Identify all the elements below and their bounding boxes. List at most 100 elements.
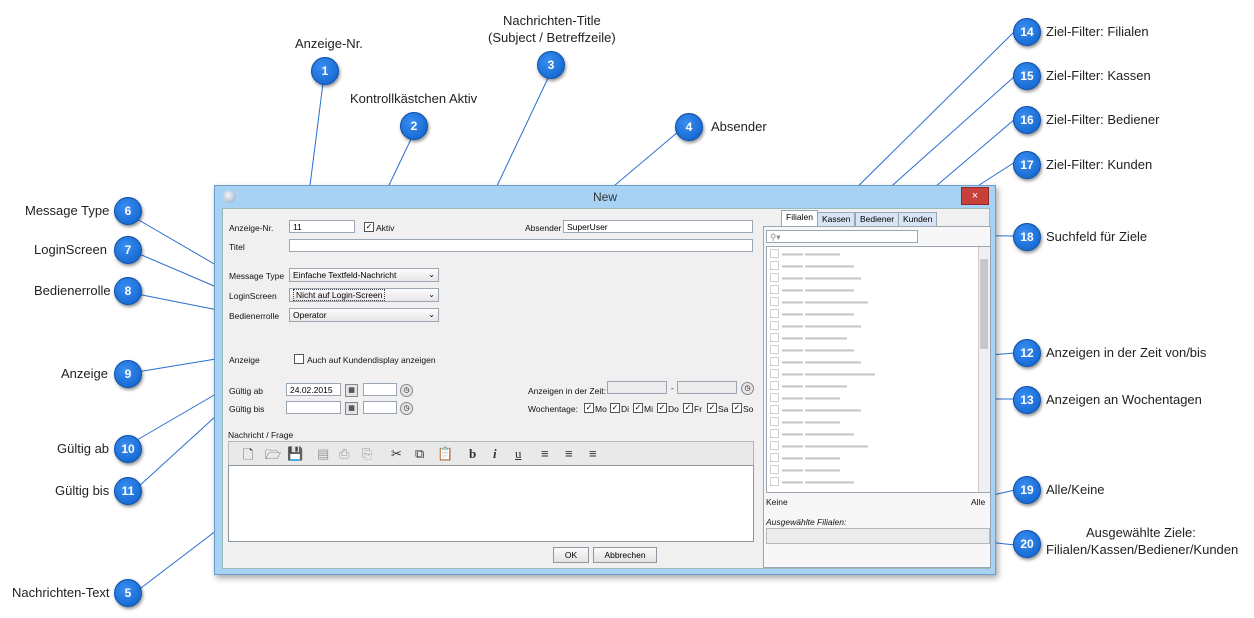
filter-panel: ⚲▾ ▬▬▬ ▬▬▬▬▬ ▬▬▬ ▬▬▬▬▬▬▬ ▬▬▬ ▬▬▬▬▬▬▬▬ ▬▬… xyxy=(763,226,991,568)
callout-badge-16: 16 xyxy=(1013,106,1041,134)
chevron-down-icon: ⌄ xyxy=(428,270,435,279)
underline-button[interactable]: u xyxy=(515,446,522,462)
weekday-checkbox-sa[interactable]: ✓ xyxy=(707,403,717,413)
list-item[interactable]: ▬▬▬ ▬▬▬▬▬▬▬ xyxy=(770,477,854,489)
wochentage-label: Wochentage: xyxy=(528,404,578,414)
list-item[interactable]: ▬▬▬ ▬▬▬▬▬ xyxy=(770,249,840,261)
callout-badge-14: 14 xyxy=(1013,18,1041,46)
absender-input[interactable]: SuperUser xyxy=(563,220,753,233)
list-item[interactable]: ▬▬▬ ▬▬▬▬▬ xyxy=(770,393,840,405)
bedienerrolle-select[interactable]: Operator ⌄ xyxy=(289,308,439,322)
weekday-label-mo: Mo xyxy=(595,404,607,414)
alle-link[interactable]: Alle xyxy=(971,497,985,507)
italic-button[interactable]: i xyxy=(493,446,497,462)
gueltig-ab-date-input[interactable]: 24.02.2015 xyxy=(286,383,341,396)
list-item[interactable]: ▬▬▬ ▬▬▬▬▬▬ xyxy=(770,333,847,345)
titel-input[interactable] xyxy=(289,239,753,252)
bold-button[interactable]: b xyxy=(469,446,476,462)
bedienerrolle-value: Operator xyxy=(293,310,327,320)
gueltig-ab-time-input[interactable] xyxy=(363,383,397,396)
list-item[interactable]: ▬▬▬ ▬▬▬▬▬▬ xyxy=(770,381,847,393)
weekday-checkbox-mo[interactable]: ✓ xyxy=(584,403,594,413)
cut-icon[interactable]: ✂ xyxy=(391,446,402,462)
list-item[interactable]: ▬▬▬ ▬▬▬▬▬▬▬▬▬▬ xyxy=(770,369,875,381)
preview-icon[interactable]: ▤ xyxy=(317,446,329,462)
list-item[interactable]: ▬▬▬ ▬▬▬▬▬▬▬ xyxy=(770,309,854,321)
list-item[interactable]: ▬▬▬ ▬▬▬▬▬▬▬▬ xyxy=(770,273,861,285)
search-icon: ⚲▾ xyxy=(770,232,781,242)
target-list[interactable]: ▬▬▬ ▬▬▬▬▬ ▬▬▬ ▬▬▬▬▬▬▬ ▬▬▬ ▬▬▬▬▬▬▬▬ ▬▬▬ ▬… xyxy=(766,246,991,493)
clock-icon[interactable]: ◷ xyxy=(400,402,413,415)
anzeige-label: Anzeige xyxy=(229,355,260,365)
callout-label-4: Absender xyxy=(711,119,767,134)
paste-icon[interactable]: 📋 xyxy=(437,446,453,462)
list-item[interactable]: ▬▬▬ ▬▬▬▬▬▬▬▬ xyxy=(770,321,861,333)
weekday-checkbox-so[interactable]: ✓ xyxy=(732,403,742,413)
print-preview-icon[interactable]: ⎘ xyxy=(362,446,372,462)
list-item[interactable]: ▬▬▬ ▬▬▬▬▬▬▬ xyxy=(770,345,854,357)
zeit-von-input[interactable] xyxy=(607,381,667,394)
message-type-select[interactable]: Einfache Textfeld-Nachricht ⌄ xyxy=(289,268,439,282)
list-item[interactable]: ▬▬▬ ▬▬▬▬▬▬▬▬ xyxy=(770,405,861,417)
weekday-checkbox-do[interactable]: ✓ xyxy=(657,403,667,413)
zeit-bis-input[interactable] xyxy=(677,381,737,394)
save-icon[interactable]: 💾 xyxy=(287,446,303,462)
chevron-down-icon: ⌄ xyxy=(428,290,435,299)
clock-icon[interactable]: ◷ xyxy=(400,384,413,397)
calendar-icon[interactable]: ▦ xyxy=(345,402,358,415)
scrollbar-thumb[interactable] xyxy=(980,259,988,349)
callout-label-10: Gültig ab xyxy=(57,441,110,456)
list-item[interactable]: ▬▬▬ ▬▬▬▬▬▬▬ xyxy=(770,261,854,273)
aktiv-checkbox[interactable]: ✓ xyxy=(364,222,374,232)
callout-label-18: Suchfeld für Ziele xyxy=(1046,229,1148,244)
print-icon[interactable]: ⎙ xyxy=(339,446,349,462)
callout-badge-20: 20 xyxy=(1013,530,1041,558)
window-title: New xyxy=(592,190,617,204)
target-search-input[interactable]: ⚲▾ xyxy=(766,230,918,243)
tab-kunden[interactable]: Kunden xyxy=(898,212,938,226)
weekday-checkbox-mi[interactable]: ✓ xyxy=(633,403,643,413)
titel-label: Titel xyxy=(229,242,245,252)
callout-label-7: LoginScreen xyxy=(34,242,107,257)
list-item[interactable]: ▬▬▬ ▬▬▬▬▬▬▬▬▬ xyxy=(770,297,868,309)
dialog-client-area: Anzeige-Nr. 11 ✓ Aktiv Absender SuperUse… xyxy=(222,208,991,569)
list-item[interactable]: ▬▬▬ ▬▬▬▬▬▬▬▬▬ xyxy=(770,441,868,453)
keine-link[interactable]: Keine xyxy=(766,497,788,507)
anzeige-nr-input[interactable]: 11 xyxy=(289,220,355,233)
gueltig-bis-label: Gültig bis xyxy=(229,404,265,414)
list-item[interactable]: ▬▬▬ ▬▬▬▬▬ xyxy=(770,453,840,465)
calendar-icon[interactable]: ▦ xyxy=(345,384,358,397)
copy-icon[interactable]: ⧉ xyxy=(415,446,424,462)
list-item[interactable]: ▬▬▬ ▬▬▬▬▬▬▬ xyxy=(770,429,854,441)
callout-badge-5: 5 xyxy=(114,579,142,607)
tab-kassen[interactable]: Kassen xyxy=(817,212,856,226)
gueltig-bis-date-input[interactable] xyxy=(286,401,341,414)
list-scrollbar[interactable] xyxy=(978,247,990,492)
callout-badge-8: 8 xyxy=(114,277,142,305)
list-item[interactable]: ▬▬▬ ▬▬▬▬▬▬▬▬ xyxy=(770,357,861,369)
kundendisplay-checkbox[interactable] xyxy=(294,354,304,364)
loginscreen-select[interactable]: Nicht auf Login-Screen ⌄ xyxy=(289,288,439,302)
callout-label-20b: Filialen/Kassen/Bediener/Kunden xyxy=(1046,542,1239,557)
tab-bediener[interactable]: Bediener xyxy=(855,212,900,226)
callout-badge-11: 11 xyxy=(114,477,142,505)
ok-button[interactable]: OK xyxy=(553,547,589,563)
callout-label-13: Anzeigen an Wochentagen xyxy=(1046,392,1202,407)
tab-filialen[interactable]: Filialen xyxy=(781,210,818,226)
weekday-checkbox-di[interactable]: ✓ xyxy=(610,403,620,413)
clock-icon[interactable]: ◷ xyxy=(741,382,754,395)
list-item[interactable]: ▬▬▬ ▬▬▬▬▬ xyxy=(770,417,840,429)
abbrechen-button[interactable]: Abbrechen xyxy=(593,547,657,563)
align-left-icon[interactable]: ≡ xyxy=(541,446,549,461)
close-button[interactable]: × xyxy=(961,187,989,205)
weekday-checkbox-fr[interactable]: ✓ xyxy=(683,403,693,413)
align-right-icon[interactable]: ≡ xyxy=(589,446,597,461)
list-item[interactable]: ▬▬▬ ▬▬▬▬▬ xyxy=(770,465,840,477)
callout-badge-15: 15 xyxy=(1013,62,1041,90)
align-center-icon[interactable]: ≡ xyxy=(565,446,573,461)
window-titlebar[interactable]: New × xyxy=(215,186,995,208)
gueltig-bis-time-input[interactable] xyxy=(363,401,397,414)
message-text-area[interactable] xyxy=(228,465,754,542)
list-item[interactable]: ▬▬▬ ▬▬▬▬▬▬▬ xyxy=(770,285,854,297)
callout-badge-17: 17 xyxy=(1013,151,1041,179)
